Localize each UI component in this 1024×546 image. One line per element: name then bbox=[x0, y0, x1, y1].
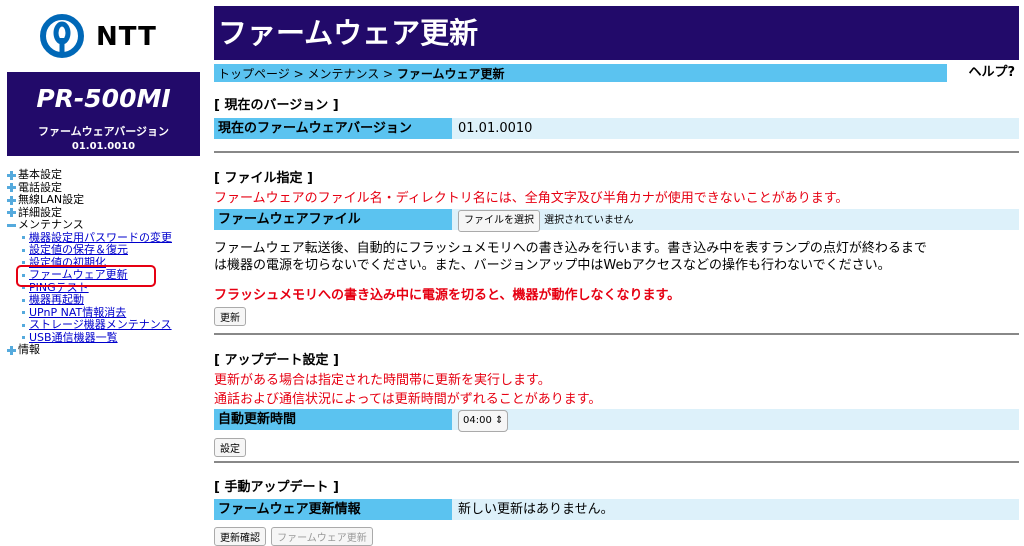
nav-item-basic[interactable]: 基本設定 bbox=[6, 168, 206, 182]
minus-icon bbox=[6, 220, 17, 231]
help-link[interactable]: ヘルプ? bbox=[947, 64, 1019, 82]
nav-sub-storage[interactable]: ストレージ機器メンテナンス bbox=[6, 318, 206, 332]
bullet-icon bbox=[22, 236, 25, 240]
file-section: [ ファイル指定 ] ファームウェアのファイル名・ディレクトリ名には、全角文字及… bbox=[214, 167, 1019, 326]
nav-sub-backup[interactable]: 設定値の保存＆復元 bbox=[6, 243, 206, 257]
section-title: [ 現在のバージョン ] bbox=[214, 98, 339, 113]
nav-item-label: 無線LAN設定 bbox=[18, 193, 85, 206]
ntt-logo: NTT bbox=[40, 14, 180, 62]
page-header: ファームウェア更新 bbox=[214, 6, 1019, 60]
plus-icon bbox=[6, 170, 17, 181]
no-file-text: 選択されていません bbox=[544, 215, 634, 226]
divider bbox=[214, 151, 1019, 153]
bullet-icon bbox=[22, 248, 25, 252]
row-label: ファームウェアファイル bbox=[214, 209, 452, 230]
file-info-line1: ファームウェア転送後、自動的にフラッシュメモリへの書き込みを行います。書き込み中… bbox=[214, 241, 927, 256]
nav-sub-link[interactable]: ストレージ機器メンテナンス bbox=[29, 318, 172, 332]
nav-item-info[interactable]: 情報 bbox=[6, 343, 206, 357]
update-info-value: 新しい更新はありません。 bbox=[458, 502, 614, 517]
update-note2: 通話および通信状況によっては更新時間がずれることがあります。 bbox=[214, 392, 602, 407]
nav-item-label: 基本設定 bbox=[18, 168, 62, 181]
file-info-line2: は機器の電源を切らないでください。また、バージョンアップ中はWebアクセスなどの… bbox=[214, 258, 891, 273]
update-note1: 更新がある場合は指定された時間帯に更新を実行します。 bbox=[214, 373, 551, 388]
update-setting-section: [ アップデート設定 ] 更新がある場合は指定された時間帯に更新を実行します。 … bbox=[214, 349, 1019, 457]
model-box: PR-500MI ファームウェアバージョン 01.01.0010 bbox=[7, 72, 200, 156]
nav-item-maintenance[interactable]: メンテナンス bbox=[6, 218, 206, 232]
breadcrumb-path[interactable]: トップページ > メンテナンス > bbox=[218, 67, 397, 81]
manual-update-section: [ 手動アップデート ] ファームウェア更新情報 新しい更新はありません。 更新… bbox=[214, 476, 1019, 546]
nav-sub-link[interactable]: USB通信機器一覧 bbox=[29, 331, 118, 345]
row-label: 自動更新時間 bbox=[214, 409, 452, 430]
auto-update-time-select[interactable]: 04:00 ⇕ bbox=[458, 410, 509, 432]
nav-item-wireless[interactable]: 無線LAN設定 bbox=[6, 193, 206, 207]
ntt-logo-icon bbox=[40, 14, 84, 58]
row-label: ファームウェア更新情報 bbox=[214, 499, 452, 520]
page-title: ファームウェア更新 bbox=[218, 16, 479, 50]
row-label: 現在のファームウェアバージョン bbox=[214, 118, 452, 139]
update-info-row: ファームウェア更新情報 新しい更新はありません。 bbox=[214, 499, 1019, 520]
model-name: PR-500MI bbox=[36, 84, 171, 113]
sidebar-nav: 基本設定 電話設定 無線LAN設定 詳細設定 メンテナンス 機器設定用パスワード… bbox=[6, 168, 206, 357]
select-arrows-icon: ⇕ bbox=[495, 415, 504, 426]
plus-icon bbox=[6, 345, 17, 356]
current-version-section: [ 現在のバージョン ] 現在のファームウェアバージョン 01.01.0010 bbox=[214, 94, 1019, 139]
current-version-value: 01.01.0010 bbox=[458, 121, 533, 136]
check-update-button[interactable]: 更新確認 bbox=[214, 527, 266, 546]
bullet-icon bbox=[22, 323, 25, 327]
breadcrumb: トップページ > メンテナンス > ファームウェア更新 bbox=[218, 65, 505, 82]
current-version-row: 現在のファームウェアバージョン 01.01.0010 bbox=[214, 118, 1019, 139]
selected-time: 04:00 bbox=[463, 415, 492, 426]
highlight-ring bbox=[16, 265, 156, 287]
section-title: [ ファイル指定 ] bbox=[214, 171, 313, 186]
plus-icon bbox=[6, 207, 17, 218]
nav-sub-reboot[interactable]: 機器再起動 bbox=[6, 293, 206, 307]
danger-warning: フラッシュメモリへの書き込み中に電源を切ると、機器が動作しなくなります。 bbox=[214, 288, 681, 303]
breadcrumb-current: ファームウェア更新 bbox=[396, 67, 505, 81]
file-warning: ファームウェアのファイル名・ディレクトリ名には、全角文字及び半角カナが使用できな… bbox=[214, 191, 849, 206]
nav-item-label: メンテナンス bbox=[18, 218, 84, 231]
divider bbox=[214, 333, 1019, 335]
divider bbox=[214, 461, 1019, 463]
update-button[interactable]: 更新 bbox=[214, 307, 246, 326]
breadcrumb-bar: トップページ > メンテナンス > ファームウェア更新 ヘルプ? bbox=[214, 64, 1019, 82]
nav-item-label: 情報 bbox=[18, 343, 40, 356]
nav-sub-link[interactable]: 設定値の保存＆復元 bbox=[29, 243, 128, 257]
section-title: [ アップデート設定 ] bbox=[214, 353, 339, 368]
bullet-icon bbox=[22, 298, 25, 302]
plus-icon bbox=[6, 195, 17, 206]
section-title: [ 手動アップデート ] bbox=[214, 480, 339, 495]
firmware-version-label: ファームウェアバージョン bbox=[37, 125, 169, 138]
set-button[interactable]: 設定 bbox=[214, 438, 246, 457]
choose-file-button[interactable]: ファイルを選択 bbox=[458, 210, 540, 232]
bullet-icon bbox=[22, 261, 25, 265]
bullet-icon bbox=[22, 336, 25, 340]
brand-name: NTT bbox=[96, 22, 157, 52]
bullet-icon bbox=[22, 311, 25, 315]
plus-icon bbox=[6, 182, 17, 193]
auto-update-row: 自動更新時間 04:00 ⇕ bbox=[214, 409, 1019, 432]
firmware-update-button[interactable]: ファームウェア更新 bbox=[271, 527, 373, 546]
firmware-file-row: ファームウェアファイル ファイルを選択 選択されていません bbox=[214, 209, 1019, 232]
firmware-version-value: 01.01.0010 bbox=[71, 141, 136, 152]
nav-sub-link[interactable]: 機器再起動 bbox=[29, 293, 84, 307]
